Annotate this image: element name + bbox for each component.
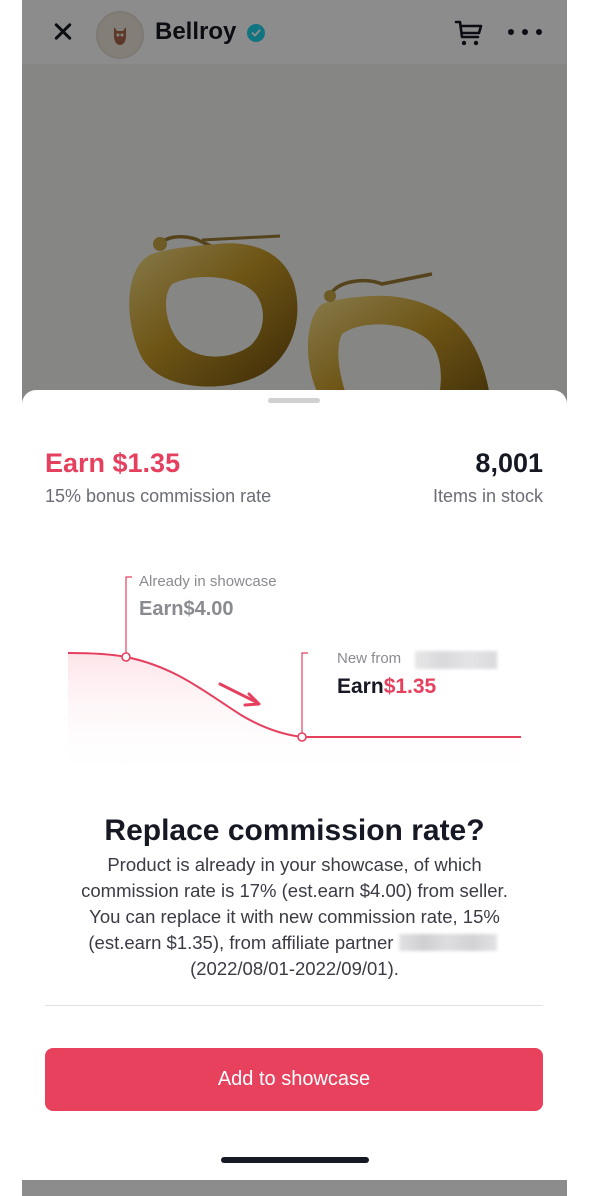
stock-count: 8,001 xyxy=(475,448,543,478)
old-rate-marker-line xyxy=(125,576,132,657)
redacted-partner-name xyxy=(398,934,497,951)
already-in-showcase-label: Already in showcase xyxy=(139,573,277,590)
new-rate-marker-line xyxy=(301,652,308,737)
new-earn-prefix: Earn xyxy=(337,675,384,698)
add-to-showcase-button[interactable]: Add to showcase xyxy=(45,1048,543,1111)
commission-curve xyxy=(67,576,521,780)
dialog-title: Replace commission rate? xyxy=(104,814,485,847)
drag-handle[interactable] xyxy=(268,398,320,403)
bonus-commission-rate: 15% bonus commission rate xyxy=(45,486,272,506)
new-earn-value: Earn$1.35 xyxy=(337,675,436,699)
dialog-body: Product is already in your showcase, of … xyxy=(66,852,523,982)
commission-comparison-chart: Already in showcase Earn$4.00 New from E… xyxy=(66,565,526,780)
divider xyxy=(45,1005,543,1006)
curve-area xyxy=(68,653,521,780)
already-earn-value: Earn$4.00 xyxy=(139,598,234,620)
new-earn-amount: $1.35 xyxy=(383,675,437,698)
earn-amount: Earn $1.35 xyxy=(45,448,181,478)
new-from-label: New from xyxy=(337,650,402,667)
decrease-arrow-icon xyxy=(218,682,261,707)
dialog-body-period: (2022/08/01-2022/09/01). xyxy=(190,958,399,979)
new-rate-point xyxy=(297,732,307,742)
stock-label: Items in stock xyxy=(432,486,543,506)
redacted-partner-name xyxy=(415,651,497,669)
old-rate-point xyxy=(121,652,131,662)
commission-sheet: Earn $1.35 15% bonus commission rate 8,0… xyxy=(22,390,567,1180)
home-indicator xyxy=(221,1157,369,1163)
